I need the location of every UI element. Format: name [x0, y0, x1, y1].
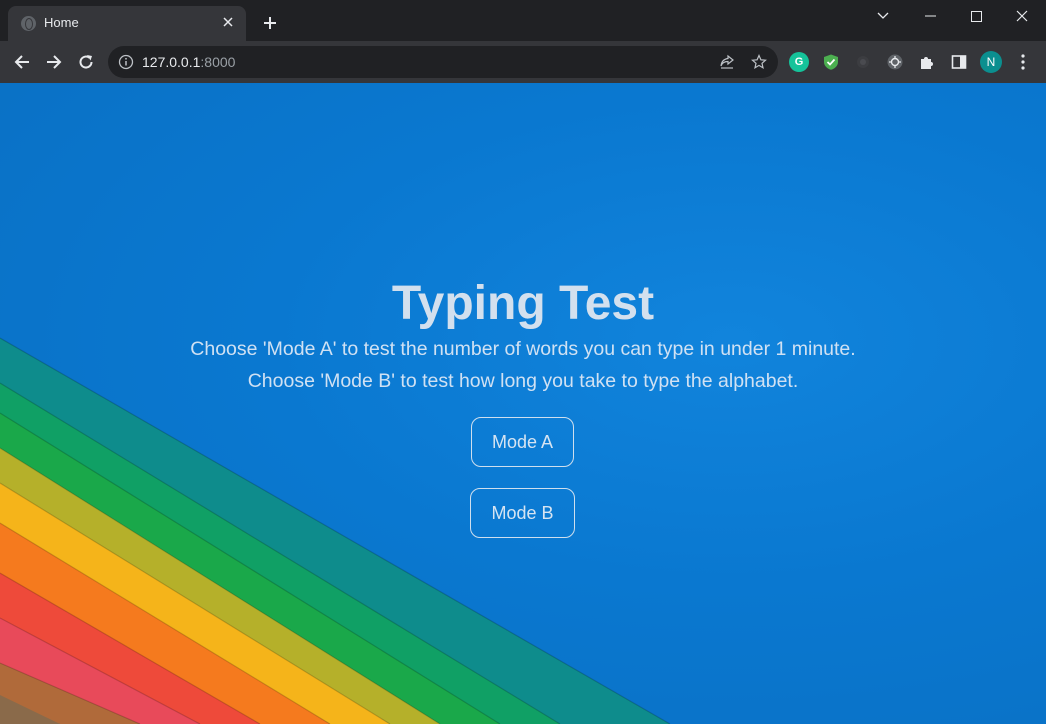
mode-a-button[interactable]: Mode A — [471, 417, 574, 467]
url-text[interactable]: 127.0.0.1:8000 — [142, 54, 235, 70]
tab-home[interactable]: Home — [8, 6, 246, 41]
tab-search-icon[interactable] — [860, 0, 906, 32]
browser-toolbar: 127.0.0.1:8000 G N — [0, 41, 1046, 83]
tab-close-icon[interactable] — [218, 13, 238, 33]
globe-icon — [21, 16, 36, 31]
kebab-menu-icon[interactable] — [1013, 52, 1033, 72]
maximize-icon[interactable] — [953, 0, 999, 32]
address-bar[interactable]: 127.0.0.1:8000 — [108, 46, 778, 78]
gear-extension-icon[interactable] — [885, 52, 905, 72]
grammarly-icon[interactable]: G — [789, 52, 809, 72]
url-host: 127.0.0.1 — [142, 54, 201, 70]
extensions-puzzle-icon[interactable] — [917, 52, 937, 72]
share-icon[interactable] — [718, 53, 736, 71]
extension-icon[interactable] — [853, 52, 873, 72]
page-viewport: Typing Test Choose 'Mode A' to test the … — [0, 83, 1046, 724]
reload-icon[interactable] — [74, 50, 98, 74]
tab-title: Home — [44, 15, 79, 30]
url-port: :8000 — [200, 54, 236, 70]
tab-strip: Home — [0, 0, 1046, 41]
new-tab-button[interactable] — [258, 11, 282, 35]
mode-b-button[interactable]: Mode B — [470, 488, 575, 538]
mode-a-instruction: Choose 'Mode A' to test the number of wo… — [190, 338, 856, 360]
star-icon[interactable] — [750, 53, 768, 71]
shield-extension-icon[interactable] — [821, 52, 841, 72]
minimize-icon[interactable] — [907, 0, 953, 32]
back-arrow-icon[interactable] — [10, 50, 34, 74]
side-panel-icon[interactable] — [949, 52, 969, 72]
forward-arrow-icon[interactable] — [42, 50, 66, 74]
rainbow-stripes-background — [0, 337, 671, 724]
info-icon[interactable] — [118, 54, 134, 70]
window-close-icon[interactable] — [999, 0, 1045, 32]
page-title: Typing Test — [391, 277, 655, 330]
mode-b-instruction: Choose 'Mode B' to test how long you tak… — [247, 370, 799, 392]
profile-avatar[interactable]: N — [980, 51, 1002, 73]
